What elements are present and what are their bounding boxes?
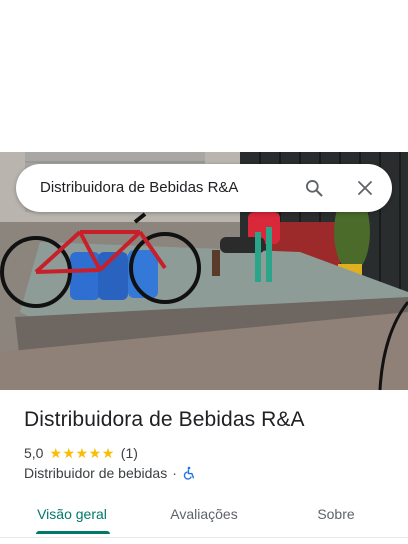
star-icon: ★ <box>101 445 115 461</box>
star-rating: ★ ★ ★ ★ ★ <box>49 446 114 460</box>
review-count[interactable]: (1) <box>121 445 138 461</box>
tab-reviews[interactable]: Avaliações <box>154 496 254 538</box>
separator-dot: · <box>172 465 177 481</box>
rating-row[interactable]: 5,0 ★ ★ ★ ★ ★ (1) <box>24 444 138 462</box>
star-icon: ★ <box>62 445 76 461</box>
star-icon: ★ <box>75 445 89 461</box>
tab-about[interactable]: Sobre <box>286 496 386 538</box>
active-tab-indicator <box>36 531 110 534</box>
place-title: Distribuidora de Bebidas R&A <box>24 408 305 431</box>
star-icon: ★ <box>88 445 102 461</box>
star-icon: ★ <box>49 445 63 461</box>
search-input[interactable]: Distribuidora de Bebidas R&A <box>40 164 238 212</box>
search-icon[interactable] <box>302 176 326 200</box>
rating-value: 5,0 <box>24 445 44 461</box>
close-icon[interactable] <box>353 176 377 200</box>
wheelchair-accessible-icon <box>182 466 196 480</box>
place-category[interactable]: Distribuidor de bebidas <box>24 465 167 481</box>
search-bar[interactable]: Distribuidora de Bebidas R&A <box>16 164 392 212</box>
category-row: Distribuidor de bebidas · <box>24 464 196 482</box>
tab-bar: Visão geral Avaliações Sobre <box>0 496 408 538</box>
